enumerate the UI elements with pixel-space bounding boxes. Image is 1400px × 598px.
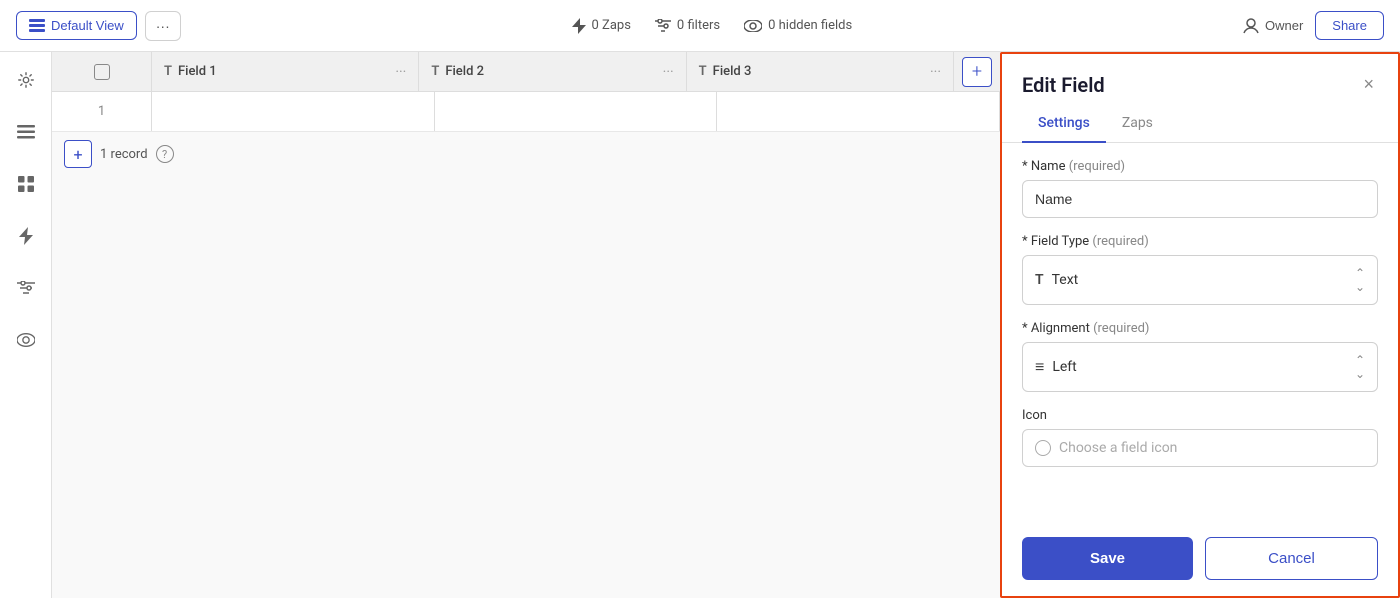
name-input[interactable] xyxy=(1022,180,1378,218)
zaps-button[interactable]: 0 Zaps xyxy=(572,18,631,34)
field-type-label: * Field Type (required) xyxy=(1022,234,1378,249)
save-button[interactable]: Save xyxy=(1022,537,1193,580)
topbar: Default View ··· 0 Zaps 0 filters 0 hidd… xyxy=(0,0,1400,52)
field-type-required-text: (required) xyxy=(1092,234,1148,249)
owner-label: Owner xyxy=(1265,18,1303,33)
tab-settings[interactable]: Settings xyxy=(1022,107,1106,143)
row-number: 1 xyxy=(52,92,152,131)
main-layout: T Field 1 ··· T Field 2 ··· T Field 3 ··… xyxy=(0,52,1400,598)
panel-header: Edit Field × xyxy=(1002,54,1398,99)
table-header: T Field 1 ··· T Field 2 ··· T Field 3 ··… xyxy=(52,52,1000,92)
icon-group: Icon Choose a field icon xyxy=(1022,408,1378,467)
column-header-field3: T Field 3 ··· xyxy=(687,52,954,91)
name-required-text: (required) xyxy=(1069,159,1125,174)
checkbox-column-header xyxy=(52,52,152,91)
panel-tabs: Settings Zaps xyxy=(1002,107,1398,143)
filters-button[interactable]: 0 filters xyxy=(655,18,720,33)
field-type-group: * Field Type (required) T Text ⌃⌄ xyxy=(1022,234,1378,305)
field1-type-icon: T xyxy=(164,64,172,79)
table-area: T Field 1 ··· T Field 2 ··· T Field 3 ··… xyxy=(52,52,1000,598)
share-button[interactable]: Share xyxy=(1315,11,1384,40)
panel-footer: Save Cancel xyxy=(1002,525,1398,596)
topbar-center: 0 Zaps 0 filters 0 hidden fields xyxy=(572,18,853,34)
alignment-select[interactable]: ≡ Left ⌃⌄ xyxy=(1022,342,1378,392)
sidebar-zap-icon[interactable] xyxy=(10,220,42,252)
icon-label: Icon xyxy=(1022,408,1378,423)
tab-zaps[interactable]: Zaps xyxy=(1106,107,1169,143)
alignment-icon: ≡ xyxy=(1035,357,1044,377)
edit-field-panel: Edit Field × Settings Zaps * Name (requi… xyxy=(1000,52,1400,598)
topbar-right: Owner Share xyxy=(1243,11,1384,40)
default-view-label: Default View xyxy=(51,18,124,33)
sidebar-grid-icon[interactable] xyxy=(10,168,42,200)
field2-label: Field 2 xyxy=(445,64,484,79)
table-footer: + 1 record ? xyxy=(52,132,1000,176)
hidden-fields-label: 0 hidden fields xyxy=(768,18,852,33)
cancel-button[interactable]: Cancel xyxy=(1205,537,1378,580)
default-view-button[interactable]: Default View xyxy=(16,11,137,40)
icon-placeholder: Choose a field icon xyxy=(1059,440,1177,456)
hidden-fields-button[interactable]: 0 hidden fields xyxy=(744,18,852,33)
field-type-chevron-icon: ⌃⌄ xyxy=(1355,266,1365,294)
sidebar-eye-icon[interactable] xyxy=(10,324,42,356)
help-icon[interactable]: ? xyxy=(156,145,174,163)
row-cell-2[interactable] xyxy=(435,92,718,131)
more-button[interactable]: ··· xyxy=(145,11,181,41)
alignment-chevron-icon: ⌃⌄ xyxy=(1355,353,1365,381)
name-label: * Name (required) xyxy=(1022,159,1378,174)
field1-label: Field 1 xyxy=(178,64,217,79)
eye-icon xyxy=(744,20,762,32)
sidebar-list-icon[interactable] xyxy=(10,116,42,148)
icon-picker[interactable]: Choose a field icon xyxy=(1022,429,1378,467)
panel-body: * Name (required) * Field Type (required… xyxy=(1002,143,1398,525)
header-checkbox[interactable] xyxy=(94,64,110,80)
field-type-select[interactable]: T Text ⌃⌄ xyxy=(1022,255,1378,305)
filters-label: 0 filters xyxy=(677,18,720,33)
row-cell-3[interactable] xyxy=(717,92,1000,131)
column-header-field1: T Field 1 ··· xyxy=(152,52,419,91)
panel-title: Edit Field xyxy=(1022,73,1105,97)
field3-type-icon: T xyxy=(699,64,707,79)
add-column-button[interactable]: + xyxy=(954,57,1000,87)
field1-more-button[interactable]: ··· xyxy=(395,64,406,80)
record-count: 1 record xyxy=(100,147,148,162)
field-type-value: Text xyxy=(1052,272,1079,288)
field2-more-button[interactable]: ··· xyxy=(663,64,674,80)
name-field-group: * Name (required) xyxy=(1022,159,1378,218)
alignment-required-text: (required) xyxy=(1093,321,1149,336)
row-cell-1[interactable] xyxy=(152,92,435,131)
sidebar-filter-icon[interactable] xyxy=(10,272,42,304)
field3-label: Field 3 xyxy=(713,64,752,79)
alignment-group: * Alignment (required) ≡ Left ⌃⌄ xyxy=(1022,321,1378,392)
column-header-field2: T Field 2 ··· xyxy=(419,52,686,91)
table-row: 1 xyxy=(52,92,1000,132)
topbar-left: Default View ··· xyxy=(16,11,181,41)
zaps-label: 0 Zaps xyxy=(592,18,631,33)
add-record-button[interactable]: + xyxy=(64,140,92,168)
owner-button[interactable]: Owner xyxy=(1243,18,1303,34)
field3-more-button[interactable]: ··· xyxy=(930,64,941,80)
field-type-icon: T xyxy=(1035,272,1044,288)
panel-close-button[interactable]: × xyxy=(1359,70,1378,99)
view-icon xyxy=(29,19,45,33)
alignment-value: Left xyxy=(1052,359,1076,375)
sidebar-settings-icon[interactable] xyxy=(10,64,42,96)
zap-icon xyxy=(572,18,586,34)
add-column-icon[interactable]: + xyxy=(962,57,992,87)
icon-circle xyxy=(1035,440,1051,456)
field2-type-icon: T xyxy=(431,64,439,79)
alignment-label: * Alignment (required) xyxy=(1022,321,1378,336)
filter-icon xyxy=(655,19,671,33)
left-sidebar xyxy=(0,52,52,598)
user-icon xyxy=(1243,18,1259,34)
